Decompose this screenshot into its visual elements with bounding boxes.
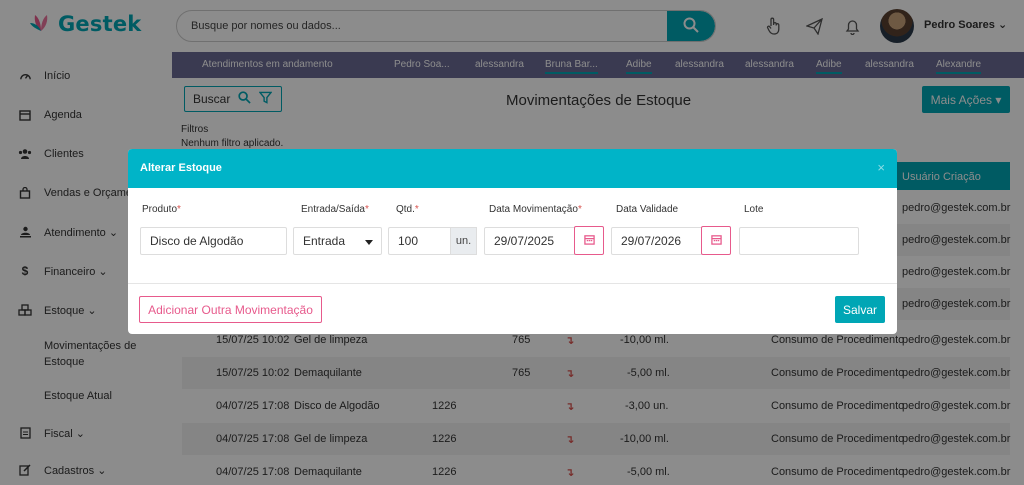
lote-field[interactable]: [739, 227, 859, 255]
alterar-estoque-modal: Alterar Estoque × Produto* Entrada/Saída…: [128, 149, 897, 334]
modal-divider: [128, 283, 897, 284]
lote-label: Lote: [744, 204, 764, 215]
caret-down-icon: [365, 234, 373, 248]
data-validade-field[interactable]: 29/07/2026: [611, 227, 703, 255]
qtd-field[interactable]: 100: [388, 227, 451, 255]
entrada-saida-select[interactable]: Entrada: [293, 227, 382, 255]
data-validade-calendar-button[interactable]: [701, 226, 731, 255]
produto-field[interactable]: Disco de Algodão: [140, 227, 287, 255]
data-movimentacao-calendar-button[interactable]: [574, 226, 604, 255]
data-movimentacao-field[interactable]: 29/07/2025: [484, 227, 576, 255]
produto-label: Produto*: [142, 204, 181, 215]
close-icon[interactable]: ×: [877, 160, 885, 175]
unit-addon: un.: [450, 227, 477, 255]
data-movimentacao-label: Data Movimentação*: [489, 204, 582, 215]
calendar-icon: [583, 234, 595, 248]
add-movement-button[interactable]: Adicionar Outra Movimentação: [139, 296, 322, 323]
save-button[interactable]: Salvar: [835, 296, 885, 323]
entrada-saida-label: Entrada/Saída*: [301, 204, 369, 215]
modal-header: Alterar Estoque ×: [128, 149, 897, 188]
data-validade-label: Data Validade: [616, 204, 679, 215]
qtd-label: Qtd.*: [396, 204, 419, 215]
modal-title: Alterar Estoque: [140, 162, 222, 174]
calendar-icon: [710, 234, 722, 248]
